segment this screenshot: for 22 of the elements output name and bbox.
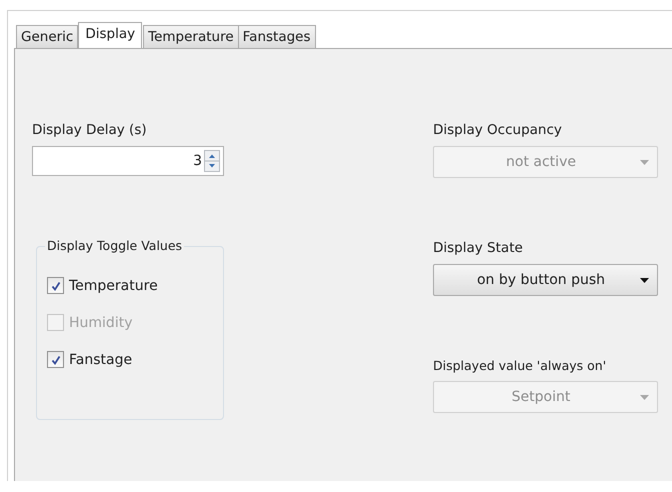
field-label: Displayed value 'always on' — [433, 358, 606, 373]
check-icon — [50, 354, 62, 366]
spin-box[interactable]: 3 — [32, 146, 224, 176]
field-label: Display Occupancy — [433, 122, 562, 138]
checkbox-label: Fanstage — [69, 352, 132, 368]
checkbox[interactable] — [47, 277, 64, 294]
caret-icon — [640, 160, 649, 164]
field-label: Display State — [433, 240, 523, 256]
tab[interactable]: Generic — [16, 25, 78, 48]
tab[interactable]: Display — [78, 22, 142, 48]
checkbox[interactable] — [47, 351, 64, 368]
field-label: Display Delay (s) — [32, 122, 147, 138]
spin-arrows-icon[interactable] — [204, 150, 220, 172]
checkbox-label: Humidity — [69, 314, 132, 330]
group-title: Display Toggle Values — [45, 238, 184, 253]
tab[interactable]: Fanstages — [238, 25, 316, 48]
checkbox-label: Temperature — [69, 278, 158, 294]
caret-icon — [640, 278, 649, 282]
check-icon — [50, 280, 62, 292]
dropdown[interactable]: on by button push — [433, 264, 658, 296]
caret-icon — [640, 394, 649, 400]
tab[interactable]: Temperature — [143, 25, 239, 48]
